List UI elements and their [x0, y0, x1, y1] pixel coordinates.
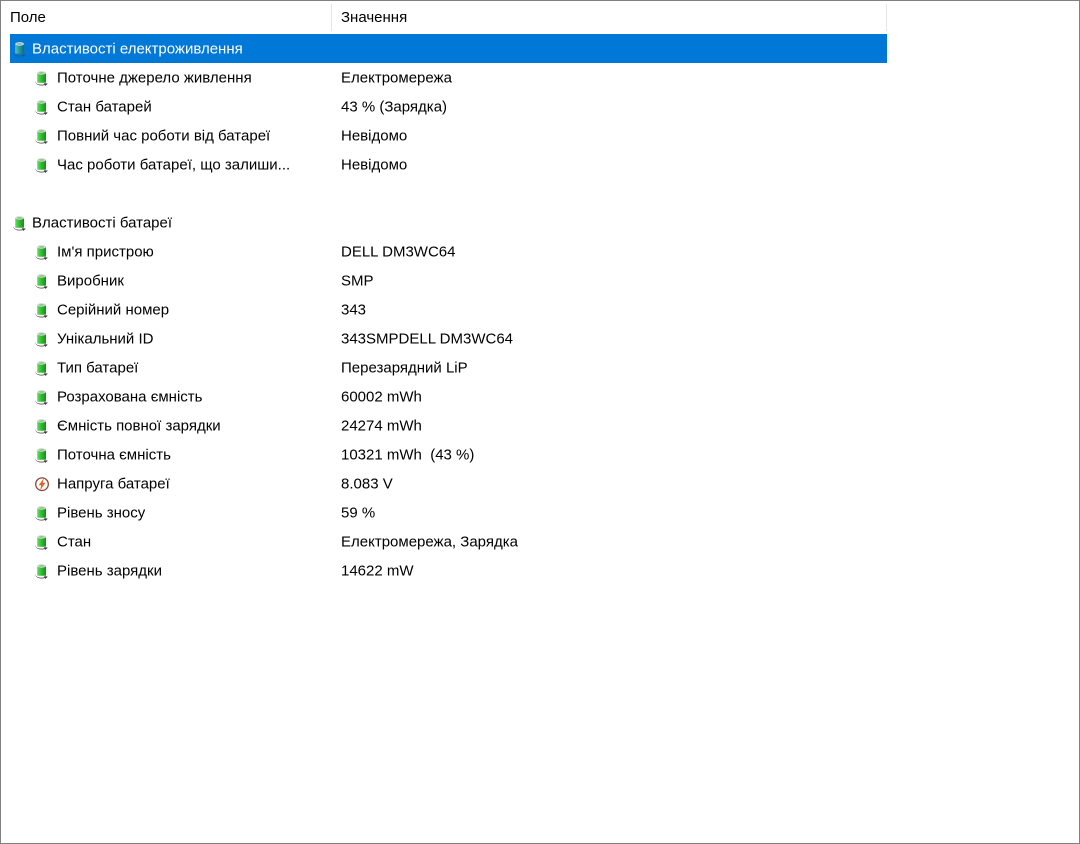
value-cell: Невідомо: [341, 127, 407, 144]
value-cell: Електромережа, Зарядка: [341, 533, 518, 550]
field-cell: Унікальний ID: [57, 330, 153, 347]
value-cell: Перезарядний LiP: [341, 359, 468, 376]
battery-icon: [34, 244, 50, 260]
field-cell: Виробник: [57, 272, 124, 289]
column-header-value[interactable]: Значення: [341, 1, 407, 34]
field-row[interactable]: Тип батареї Перезарядний LiP: [1, 353, 1079, 382]
battery-icon: [34, 360, 50, 376]
field-cell: Поточна ємність: [57, 446, 171, 463]
column-divider[interactable]: [886, 4, 887, 31]
field-row[interactable]: Серійний номер 343: [1, 295, 1079, 324]
value-cell: Невідомо: [341, 156, 407, 173]
list-header: Поле Значення: [1, 1, 1079, 34]
field-cell: Рівень зарядки: [57, 562, 162, 579]
battery-icon: [34, 157, 50, 173]
battery-icon: [34, 99, 50, 115]
battery-icon: [34, 534, 50, 550]
field-cell: Властивості батареї: [32, 214, 172, 231]
group-row[interactable]: Властивості електроживлення: [1, 34, 1079, 63]
value-cell: 343SMPDELL DM3WC64: [341, 330, 513, 347]
battery-icon: [34, 273, 50, 289]
value-cell: DELL DM3WC64: [341, 243, 455, 260]
voltage-icon: [34, 476, 50, 492]
value-cell: 60002 mWh: [341, 388, 422, 405]
value-cell: 24274 mWh: [341, 417, 422, 434]
field-cell: Поточне джерело живлення: [57, 69, 252, 86]
field-cell: Розрахована ємність: [57, 388, 202, 405]
column-header-field[interactable]: Поле: [10, 1, 46, 34]
field-cell: Серійний номер: [57, 301, 169, 318]
battery-icon: [34, 505, 50, 521]
value-cell: Електромережа: [341, 69, 452, 86]
field-cell: Властивості електроживлення: [32, 40, 243, 57]
value-cell: 8.083 V: [341, 475, 393, 492]
value-cell: SMP: [341, 272, 374, 289]
field-cell: Стан: [57, 533, 91, 550]
battery-icon: [12, 41, 28, 57]
field-cell: Повний час роботи від батареї: [57, 127, 270, 144]
battery-icon: [34, 389, 50, 405]
column-divider[interactable]: [331, 4, 332, 31]
field-row[interactable]: Ємність повної зарядки 24274 mWh: [1, 411, 1079, 440]
field-cell: Ємність повної зарядки: [57, 417, 221, 434]
value-cell: 343: [341, 301, 366, 318]
field-cell: Рівень зносу: [57, 504, 145, 521]
field-row[interactable]: Поточна ємність 10321 mWh (43 %): [1, 440, 1079, 469]
empty-row: [1, 179, 1079, 208]
field-row[interactable]: Стан Електромережа, Зарядка: [1, 527, 1079, 556]
field-cell: Напруга батареї: [57, 475, 170, 492]
field-row[interactable]: Повний час роботи від батареї Невідомо: [1, 121, 1079, 150]
field-cell: Ім'я пристрою: [57, 243, 154, 260]
field-row[interactable]: Поточне джерело живлення Електромережа: [1, 63, 1079, 92]
field-row[interactable]: Виробник SMP: [1, 266, 1079, 295]
list-rows: Властивості електроживлення Поточне джере…: [1, 34, 1079, 585]
battery-icon: [34, 331, 50, 347]
group-row[interactable]: Властивості батареї: [1, 208, 1079, 237]
value-cell: 59 %: [341, 504, 375, 521]
field-row[interactable]: Напруга батареї 8.083 V: [1, 469, 1079, 498]
battery-icon: [34, 302, 50, 318]
field-row[interactable]: Унікальний ID 343SMPDELL DM3WC64: [1, 324, 1079, 353]
field-cell: Стан батарей: [57, 98, 152, 115]
battery-icon: [34, 70, 50, 86]
field-row[interactable]: Рівень зарядки 14622 mW: [1, 556, 1079, 585]
field-row[interactable]: Стан батарей 43 % (Зарядка): [1, 92, 1079, 121]
battery-icon: [34, 128, 50, 144]
battery-icon: [34, 418, 50, 434]
battery-icon: [34, 447, 50, 463]
field-row[interactable]: Рівень зносу 59 %: [1, 498, 1079, 527]
field-cell: Тип батареї: [57, 359, 138, 376]
field-row[interactable]: Розрахована ємність 60002 mWh: [1, 382, 1079, 411]
battery-info-window: Поле Значення Властивості електроживленн…: [0, 0, 1080, 844]
field-cell: Час роботи батареї, що залиши...: [57, 156, 290, 173]
value-cell: 10321 mWh (43 %): [341, 446, 474, 463]
battery-icon: [12, 215, 28, 231]
field-row[interactable]: Ім'я пристрою DELL DM3WC64: [1, 237, 1079, 266]
value-cell: 43 % (Зарядка): [341, 98, 447, 115]
value-cell: 14622 mW: [341, 562, 414, 579]
field-row[interactable]: Час роботи батареї, що залиши... Невідомо: [1, 150, 1079, 179]
battery-icon: [34, 563, 50, 579]
